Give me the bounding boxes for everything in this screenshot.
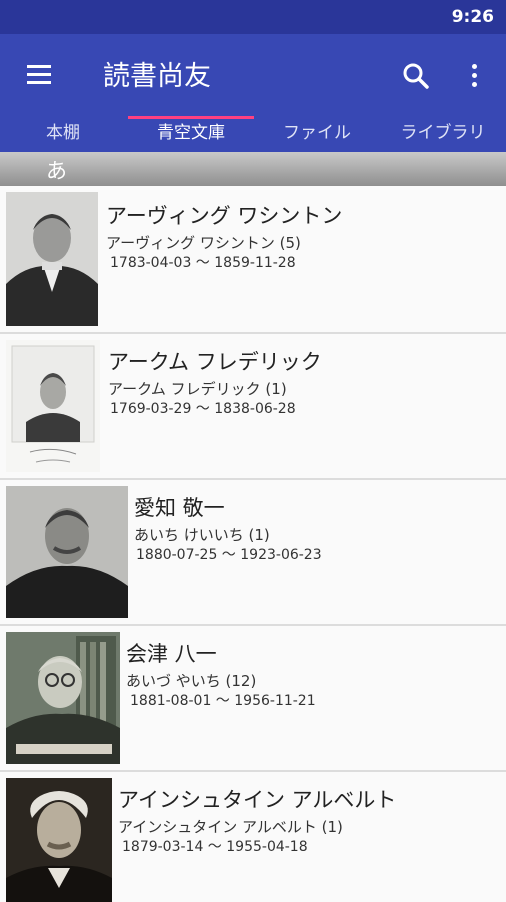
author-reading: アークム フレデリック (1)	[108, 380, 287, 398]
author-reading: アインシュタイン アルベルト (1)	[118, 818, 343, 836]
author-reading: アーヴィング ワシントン (5)	[106, 234, 301, 252]
app-bar: 読書尚友 本棚 青空文庫 ファイル ライブラリ	[0, 34, 506, 152]
tab-indicator	[128, 116, 254, 119]
tab-bar: 本棚 青空文庫 ファイル ライブラリ	[0, 116, 506, 152]
author-name: 会津 八一	[126, 642, 217, 666]
author-reading: あいち けいいち (1)	[134, 526, 270, 544]
search-icon[interactable]	[400, 60, 432, 92]
section-header: あ	[0, 152, 506, 186]
list-item[interactable]: アークム フレデリック アークム フレデリック (1) 1769-03-29 ～…	[0, 334, 506, 480]
status-bar: 9:26	[0, 0, 506, 34]
list-item[interactable]: 愛知 敬一 あいち けいいち (1) 1880-07-25 ～ 1923-06-…	[0, 480, 506, 626]
tab-file[interactable]: ファイル	[254, 116, 380, 152]
tab-bookshelf[interactable]: 本棚	[0, 116, 126, 152]
author-portrait	[6, 192, 98, 326]
author-portrait	[6, 632, 120, 764]
list-item[interactable]: 会津 八一 あいづ やいち (12) 1881-08-01 ～ 1956-11-…	[0, 626, 506, 772]
author-portrait	[6, 778, 112, 902]
author-portrait	[6, 486, 128, 618]
author-name: 愛知 敬一	[134, 496, 225, 520]
author-dates: 1879-03-14 ～ 1955-04-18	[122, 839, 308, 855]
list-item[interactable]: アインシュタイン アルベルト アインシュタイン アルベルト (1) 1879-0…	[0, 772, 506, 902]
author-name: アインシュタイン アルベルト	[118, 788, 397, 812]
author-reading: あいづ やいち (12)	[126, 672, 257, 690]
status-time: 9:26	[451, 7, 494, 27]
author-portrait	[6, 340, 100, 472]
author-dates: 1881-08-01 ～ 1956-11-21	[130, 693, 316, 709]
menu-icon[interactable]	[24, 60, 54, 90]
author-dates: 1880-07-25 ～ 1923-06-23	[136, 547, 322, 563]
author-dates: 1769-03-29 ～ 1838-06-28	[110, 401, 296, 417]
more-options-icon[interactable]	[462, 60, 488, 92]
list-item[interactable]: アーヴィング ワシントン アーヴィング ワシントン (5) 1783-04-03…	[0, 186, 506, 334]
tab-library[interactable]: ライブラリ	[380, 116, 506, 152]
author-name: アークム フレデリック	[108, 350, 322, 374]
author-name: アーヴィング ワシントン	[106, 204, 343, 228]
section-letter: あ	[46, 159, 67, 183]
author-dates: 1783-04-03 ～ 1859-11-28	[110, 255, 296, 271]
tab-aozora-bunko[interactable]: 青空文庫	[128, 116, 254, 152]
app-title: 読書尚友	[103, 61, 211, 92]
